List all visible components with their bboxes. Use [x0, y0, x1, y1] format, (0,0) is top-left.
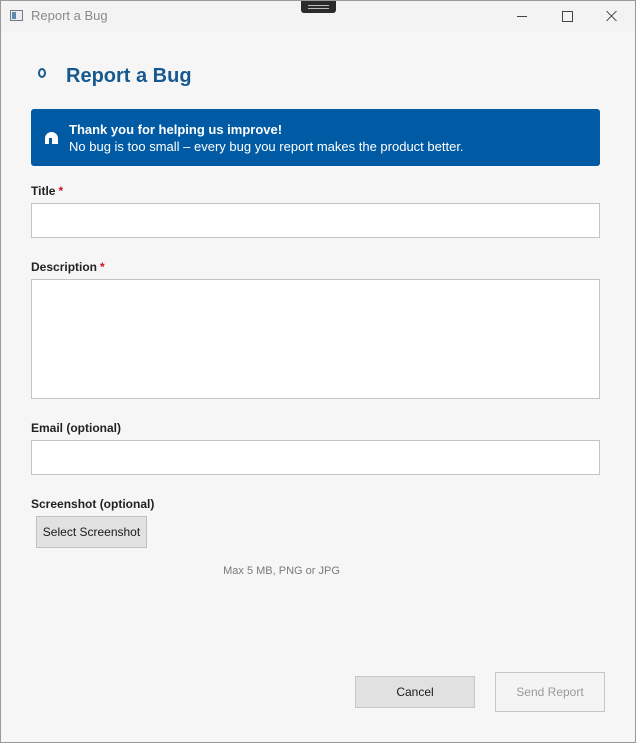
description-label-text: Description: [31, 260, 98, 274]
title-label-text: Title: [31, 184, 56, 198]
required-star: *: [58, 184, 64, 198]
description-label: Description *: [31, 260, 105, 274]
select-screenshot-button[interactable]: Select Screenshot: [36, 516, 147, 548]
info-shape-icon: [45, 132, 58, 144]
required-star: *: [100, 260, 105, 274]
email-input[interactable]: [31, 440, 600, 475]
close-icon: [606, 10, 618, 22]
maximize-button[interactable]: [544, 1, 590, 31]
bug-ring-icon: [38, 68, 46, 78]
form-content: Report a Bug Thank you for helping us im…: [1, 31, 635, 742]
screenshot-label: Screenshot (optional): [31, 497, 155, 511]
banner-title: Thank you for helping us improve!: [69, 122, 283, 137]
bug-report-window: Report a Bug Report a Bug Thank you for …: [0, 0, 636, 743]
info-banner: Thank you for helping us improve! No bug…: [31, 109, 600, 166]
email-label: Email (optional): [31, 421, 121, 435]
window-title: Report a Bug: [31, 8, 108, 23]
banner-text: No bug is too small – every bug you repo…: [69, 139, 464, 154]
description-textarea[interactable]: [31, 279, 600, 399]
screenshot-hint: Max 5 MB, PNG or JPG: [223, 565, 340, 577]
app-window-icon: [10, 10, 23, 21]
minimize-button[interactable]: [499, 1, 545, 31]
title-label: Title *: [31, 184, 63, 198]
title-bar[interactable]: Report a Bug: [1, 1, 635, 31]
page-title: Report a Bug: [66, 65, 192, 87]
snap-handle[interactable]: [301, 1, 336, 13]
maximize-icon: [561, 10, 573, 22]
title-input[interactable]: [31, 203, 600, 238]
cancel-button[interactable]: Cancel: [355, 676, 475, 708]
minimize-icon: [517, 15, 527, 17]
send-report-button[interactable]: Send Report: [495, 672, 605, 712]
close-button[interactable]: [589, 1, 635, 31]
